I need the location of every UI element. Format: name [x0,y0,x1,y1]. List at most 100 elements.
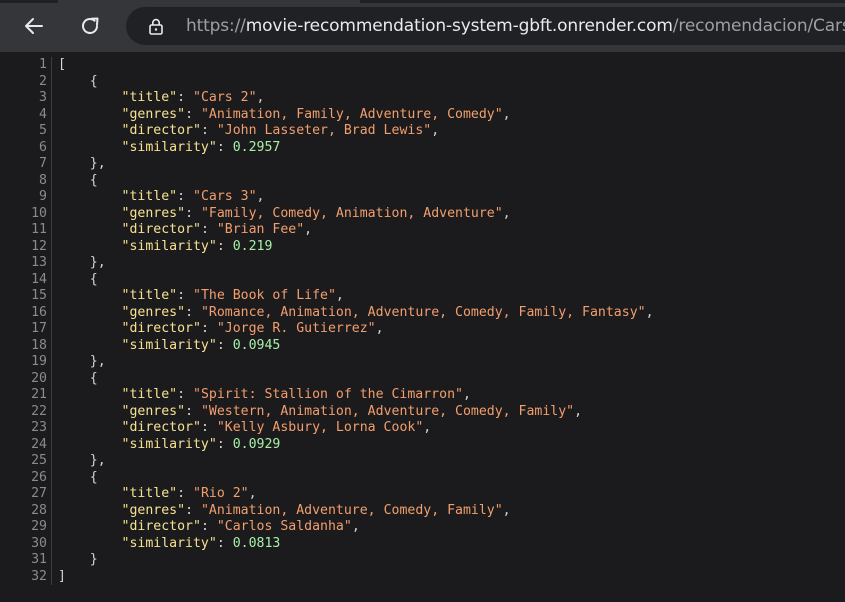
line-number: 2 [39,73,47,89]
line-number: 23 [31,420,47,435]
line-number: 5 [39,123,47,138]
code-line: 27 "title": "Rio 2", [0,486,654,503]
reload-button[interactable] [72,8,108,44]
json-punctuation: : [200,123,217,138]
line-content: }, [52,453,106,470]
line-content: "genres": "Animation, Adventure, Comedy,… [52,503,511,520]
line-content: { [52,371,98,388]
json-punctuation: , [375,321,384,336]
back-button[interactable] [16,8,52,44]
json-key: "title" [121,189,178,204]
json-punctuation: }, [58,354,106,369]
json-key: "similarity" [121,436,217,452]
json-punctuation: , [431,123,440,138]
json-punctuation: , [304,222,313,237]
json-key: "similarity" [121,337,217,353]
json-punctuation [58,519,122,534]
json-punctuation: : [200,420,217,435]
json-punctuation [58,123,122,138]
json-string-value: "Kelly Asbury, Lorna Cook" [216,420,424,435]
json-punctuation [58,338,122,353]
line-number: 28 [31,502,47,518]
line-number: 7 [39,156,47,171]
line-number: 14 [31,271,47,287]
code-line: 4 "genres": "Animation, Family, Adventur… [0,106,654,124]
json-punctuation: }, [58,453,106,468]
code-line: 26 { [0,469,654,486]
json-string-value: "The Book of Life" [193,288,336,303]
code-line: 31 } [0,552,654,569]
json-punctuation: : [185,502,201,518]
json-key: "director" [121,321,201,336]
json-key: "director" [121,222,201,237]
line-number: 27 [31,486,47,501]
line-content: "similarity": 0.0945 [52,337,281,355]
reload-icon [82,17,99,34]
line-number: 6 [39,139,47,155]
json-string-value: "Animation, Adventure, Comedy, Family" [200,502,503,518]
json-punctuation [58,536,122,551]
json-punctuation [58,503,122,518]
line-number: 24 [31,436,47,452]
line-content: ] [52,569,66,586]
line-content: { [52,74,98,91]
json-punctuation [58,305,122,320]
json-key: "similarity" [121,238,217,254]
line-number: 22 [31,403,47,419]
json-punctuation [58,486,122,501]
json-key: "similarity" [121,535,217,551]
json-punctuation [58,404,122,419]
json-punctuation: : [177,90,193,105]
line-number: 21 [31,387,47,402]
line-content: "similarity": 0.0813 [52,535,281,553]
json-key: "director" [121,420,201,435]
line-number: 8 [39,172,47,188]
code-line: 15 "title": "The Book of Life", [0,288,654,305]
json-punctuation [58,222,122,237]
json-punctuation: }, [58,255,106,270]
line-content: "director": "Brian Fee", [52,222,313,239]
line-content: "title": "Spirit: Stallion of the Cimarr… [52,387,471,404]
line-number: 9 [39,189,47,204]
json-punctuation: { [58,271,98,287]
code-line: 6 "similarity": 0.2957 [0,139,654,156]
json-punctuation: : [200,321,217,336]
line-number: 3 [39,90,47,105]
url-text[interactable]: https://movie-recommendation-system-gbft… [186,16,845,36]
line-content: "genres": "Family, Comedy, Animation, Ad… [52,206,511,223]
url-scheme: https:// [186,16,246,36]
site-info-button[interactable] [148,17,164,35]
json-punctuation: { [58,370,98,386]
json-viewer[interactable]: 1[2 {3 "title": "Cars 2", 4 "genres": "An… [0,52,845,602]
json-string-value: "Spirit: Stallion of the Cimarron" [193,387,463,402]
code-line: 7 }, [0,156,654,173]
json-key: "director" [121,519,201,534]
json-number-value: 0.2957 [232,139,281,155]
line-content: } [52,552,98,569]
code-line: 22 "genres": "Western, Animation, Advent… [0,403,654,420]
json-number-value: 0.0813 [232,535,281,551]
json-punctuation: , [462,387,471,402]
address-bar[interactable]: https://movie-recommendation-system-gbft… [126,7,845,45]
lock-icon [149,18,163,35]
json-punctuation: , [256,90,265,105]
line-number: 16 [31,304,47,320]
code-line: 20 { [0,370,654,388]
json-string-value: "Jorge R. Gutierrez" [216,321,376,336]
line-content: "genres": "Animation, Family, Adventure,… [52,107,511,124]
json-punctuation [58,189,122,204]
json-string-value: "Brian Fee" [216,222,305,237]
json-string-value: "Cars 2" [193,90,257,105]
json-string-value: "Cars 3" [193,189,257,204]
json-punctuation: : [185,205,201,221]
json-punctuation: , [502,106,511,122]
json-code-block: 1[2 {3 "title": "Cars 2", 4 "genres": "An… [0,57,654,585]
json-punctuation: , [256,189,265,204]
json-string-value: "Rio 2" [193,486,249,501]
line-content: "title": "Cars 2", [52,90,265,107]
line-number: 30 [31,535,47,551]
line-number: 4 [39,106,47,122]
browser-toolbar: https://movie-recommendation-system-gbft… [0,0,845,52]
json-punctuation [58,321,122,336]
url-host: movie-recommendation-system-gbft.onrende… [245,16,673,36]
